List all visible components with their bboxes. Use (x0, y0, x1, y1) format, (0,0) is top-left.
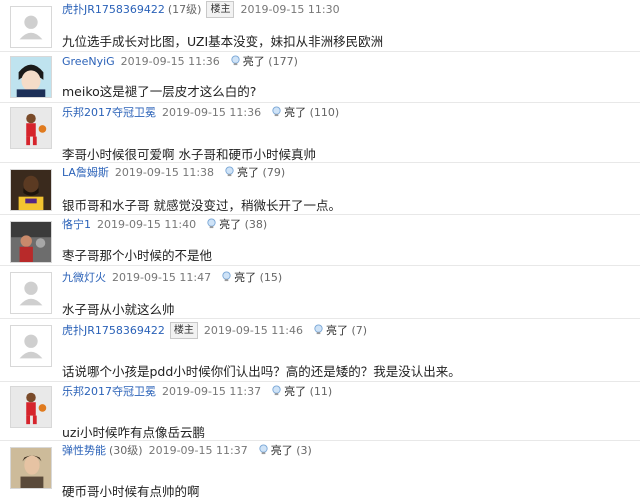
host-badge: 楼主 (206, 1, 235, 18)
username-link[interactable]: 九微灯火 (62, 271, 106, 284)
light-button[interactable]: 亮了 (15) (221, 271, 282, 284)
username-link[interactable]: 弹性势能 (62, 444, 106, 457)
post-time: 2019-09-15 11:36 (162, 106, 262, 119)
lightbulb-icon (314, 324, 323, 335)
host-badge: 楼主 (169, 322, 198, 339)
post-time: 2019-09-15 11:46 (203, 324, 303, 337)
user-level: (17级) (167, 3, 202, 16)
lightbulb-icon (272, 385, 281, 396)
username-link[interactable]: 恪宁1 (62, 218, 91, 231)
light-button[interactable]: 亮了 (177) (230, 55, 298, 68)
avatar-basketball[interactable] (10, 107, 52, 149)
divider (0, 265, 640, 266)
username-link[interactable]: 乐邦2017夺冠卫冕 (62, 385, 156, 398)
lightbulb-icon (259, 444, 268, 455)
light-button[interactable]: 亮了 (110) (271, 106, 339, 119)
username-link[interactable]: LA詹姆斯 (62, 166, 109, 179)
lightbulb-icon (231, 55, 240, 66)
username-link[interactable]: 虎扑JR1758369422 (62, 3, 165, 16)
post-content: 硬币哥小时候有点帅的啊 (62, 484, 200, 499)
avatar-default[interactable] (10, 272, 52, 314)
light-button[interactable]: 亮了 (3) (258, 444, 312, 457)
username-link[interactable]: GreeNyiG (62, 55, 115, 68)
post-time: 2019-09-15 11:37 (162, 385, 262, 398)
avatar-anime[interactable] (10, 56, 52, 98)
lightbulb-icon (272, 106, 281, 117)
divider (0, 318, 640, 319)
username-link[interactable]: 虎扑JR1758369422 (62, 324, 165, 337)
lightbulb-icon (222, 271, 231, 282)
post-time: 2019-09-15 11:30 (240, 3, 340, 16)
lightbulb-icon (225, 166, 234, 177)
post-content: 银币哥和水子哥 就感觉没变过，稍微长开了一点。 (62, 198, 341, 213)
post-time: 2019-09-15 11:37 (148, 444, 248, 457)
lightbulb-icon (207, 218, 216, 229)
light-button[interactable]: 亮了 (38) (206, 218, 267, 231)
avatar-default[interactable] (10, 325, 52, 367)
light-button[interactable]: 亮了 (11) (271, 385, 332, 398)
light-button[interactable]: 亮了 (7) (313, 324, 367, 337)
username-link[interactable]: 乐邦2017夺冠卫冕 (62, 106, 156, 119)
post-content: 九位选手成长对比图，UZI基本没变，妹扣从非洲移民欧洲 (62, 34, 384, 49)
avatar-lakers[interactable] (10, 169, 52, 211)
light-button[interactable]: 亮了 (79) (224, 166, 285, 179)
post-time: 2019-09-15 11:36 (120, 55, 220, 68)
avatar-photo[interactable] (10, 221, 52, 263)
post-content: 枣子哥那个小时候的不是他 (62, 248, 213, 263)
avatar-basketball[interactable] (10, 386, 52, 428)
post-content: meiko这是褪了一层皮才这么白的? (62, 84, 257, 99)
post-time: 2019-09-15 11:40 (97, 218, 197, 231)
post-content: 水子哥从小就这么帅 (62, 302, 175, 317)
post-content: 话说哪个小孩是pdd小时候你们认出吗？高的还是矮的？我是没认出来。 (62, 364, 461, 379)
avatar-photo[interactable] (10, 447, 52, 489)
post-time: 2019-09-15 11:38 (114, 166, 215, 179)
post-time: 2019-09-15 11:47 (112, 271, 212, 284)
avatar-default[interactable] (10, 6, 52, 48)
user-level: (30级) (109, 444, 143, 457)
